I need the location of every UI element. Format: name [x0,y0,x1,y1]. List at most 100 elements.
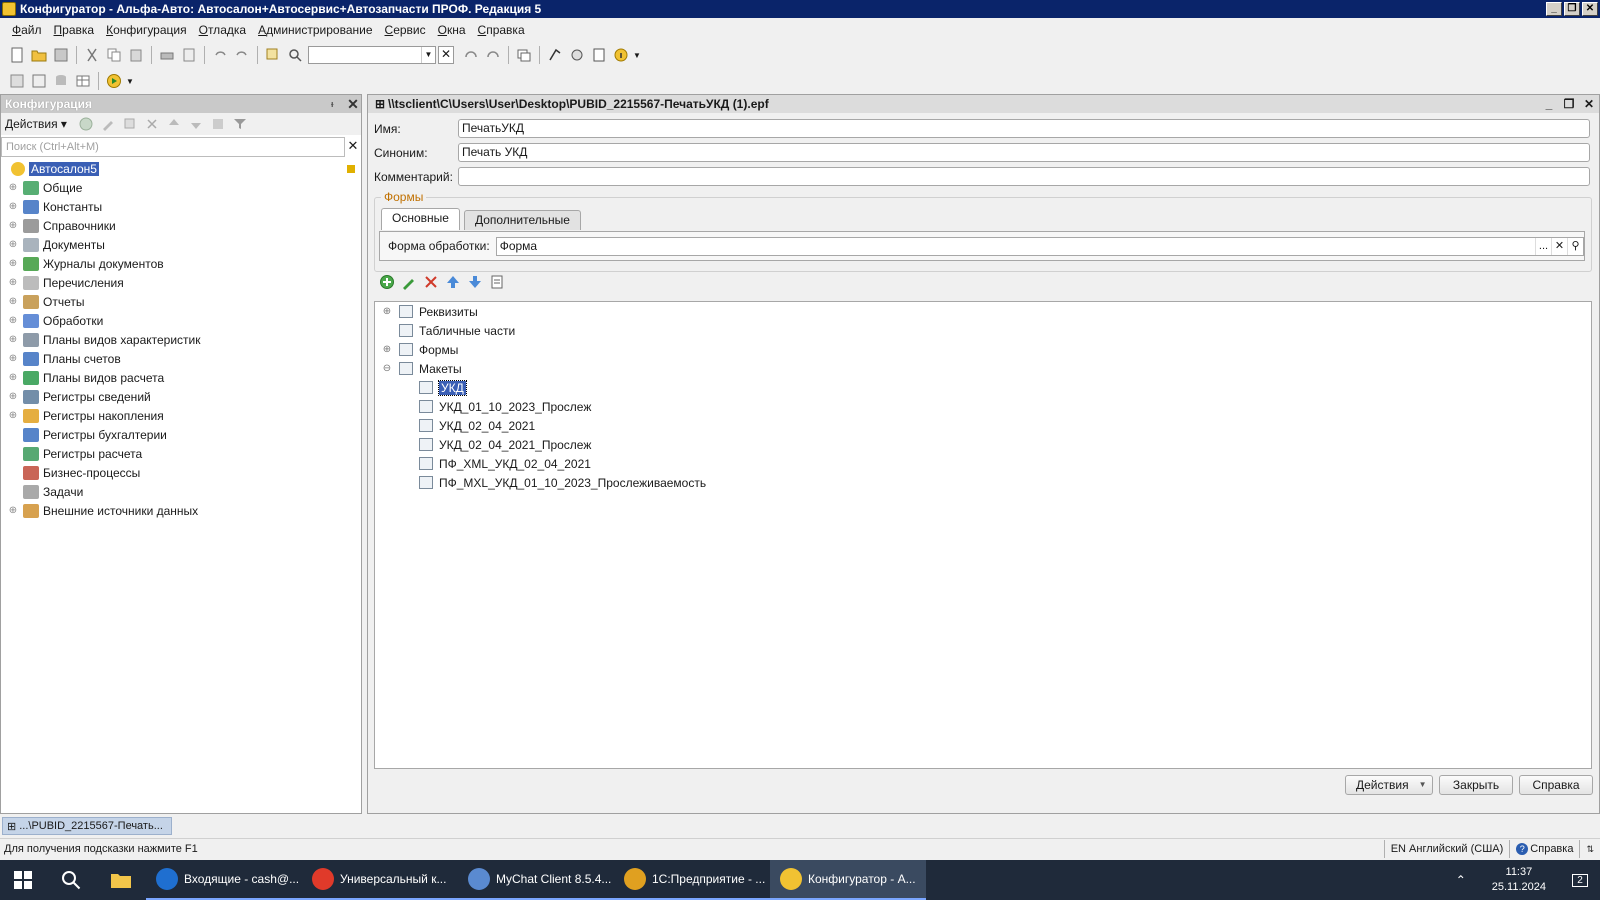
structure-item[interactable]: ⊕ Реквизиты [375,302,1591,321]
menu-configuration[interactable]: Конфигурация [100,23,193,37]
actions-menu-button[interactable]: Действия ▾ [5,117,67,131]
tree-item[interactable]: ⊕ Планы видов характеристик [1,330,361,349]
expand-icon[interactable]: ⊕ [7,505,19,516]
synonym-field[interactable]: Печать УКД [458,143,1590,162]
expand-icon[interactable]: ⊕ [7,334,19,345]
delete-icon[interactable] [141,114,163,134]
sort-icon[interactable] [207,114,229,134]
find-prev-icon[interactable] [482,44,504,66]
clear-search-icon[interactable]: ✕ [345,137,361,157]
expand-icon[interactable]: ⊖ [381,363,393,374]
expand-icon[interactable]: ⊕ [7,239,19,250]
find-in-tree-icon[interactable] [262,44,284,66]
status-more-icon[interactable]: ⇅ [1579,839,1600,858]
tree-item[interactable]: ⊕ Внешние источники данных [1,501,361,520]
find-next-icon[interactable] [460,44,482,66]
save-icon[interactable] [50,44,72,66]
open-folder-icon[interactable] [28,44,50,66]
tree-item[interactable]: ⊕ Перечисления [1,273,361,292]
file-explorer-icon[interactable] [96,860,146,900]
help-button[interactable]: Справка [1519,775,1593,795]
configuration-search-input[interactable]: Поиск (Ctrl+Alt+M) [1,137,345,157]
menu-edit[interactable]: Правка [48,23,101,37]
info-icon[interactable] [610,44,632,66]
close-icon[interactable]: ✕ [345,96,361,113]
edit-icon[interactable] [97,114,119,134]
tree-item[interactable]: ⊕ Документы [1,235,361,254]
move-up-icon[interactable] [442,271,464,293]
paste-icon[interactable] [125,44,147,66]
menu-windows[interactable]: Окна [432,23,472,37]
structure-item[interactable]: ⊕ Формы [375,340,1591,359]
copy-icon[interactable] [103,44,125,66]
expand-icon[interactable]: ⊕ [7,182,19,193]
template-item[interactable]: ПФ_XML_УКД_02_04_2021 [375,454,1591,473]
filter-icon[interactable] [229,114,251,134]
new-document-icon[interactable] [6,44,28,66]
tree-item[interactable]: Бизнес-процессы [1,463,361,482]
open-window-tab[interactable]: ⊞ ...\PUBID_2215567-Печать... [2,817,172,835]
tree-item[interactable]: ⊕ Справочники [1,216,361,235]
tree-item[interactable]: ⊕ Планы счетов [1,349,361,368]
expand-icon[interactable]: ⊕ [381,306,393,317]
menu-debug[interactable]: Отладка [193,23,252,37]
template-item[interactable]: УКД [375,378,1591,397]
expand-icon[interactable]: ⊕ [7,201,19,212]
expand-icon[interactable]: ⊕ [7,372,19,383]
tree-item[interactable]: ⊕ Журналы документов [1,254,361,273]
tree-item[interactable]: Задачи [1,482,361,501]
processing-form-field[interactable]: Форма ... ✕ ⚲ [495,236,1584,256]
clear-search-icon[interactable]: ✕ [438,46,454,64]
chevron-down-icon[interactable]: ▼ [632,44,642,66]
taskbar-app-button[interactable]: Конфигуратор - А... [770,860,926,900]
expand-icon[interactable]: ⊕ [7,277,19,288]
taskbar-app-button[interactable]: Универсальный к... [302,860,458,900]
redo-icon[interactable] [231,44,253,66]
print-icon[interactable] [156,44,178,66]
menu-service[interactable]: Сервис [379,23,432,37]
config-window-icon[interactable] [6,70,28,92]
expand-icon[interactable]: ⊕ [7,258,19,269]
add-icon[interactable] [376,271,398,293]
syntax-helper-icon[interactable] [566,44,588,66]
edit-icon[interactable] [398,271,420,293]
expand-icon[interactable]: ⊕ [7,315,19,326]
template-item[interactable]: УКД_02_04_2021 [375,416,1591,435]
menu-help[interactable]: Справка [472,23,531,37]
tab-main[interactable]: Основные [381,208,460,230]
template-item[interactable]: УКД_02_04_2021_Прослеж [375,435,1591,454]
comment-field[interactable] [458,167,1590,186]
minimize-button[interactable]: _ [1546,2,1562,16]
move-down-icon[interactable] [464,271,486,293]
menu-administration[interactable]: Администрирование [252,23,378,37]
expand-icon[interactable]: ⊕ [7,296,19,307]
tree-root[interactable]: Автосалон5 [1,159,361,178]
clock[interactable]: 11:37 25.11.2024 [1478,865,1560,895]
undo-icon[interactable] [209,44,231,66]
run-debug-icon[interactable] [103,70,125,92]
close-button[interactable]: ✕ [1579,97,1599,111]
close-button[interactable]: ✕ [1582,2,1598,16]
status-help[interactable]: ? Справка [1509,839,1579,858]
minimize-button[interactable]: _ [1539,97,1559,111]
structure-item[interactable]: Табличные части [375,321,1591,340]
clear-icon[interactable]: ✕ [1551,237,1567,255]
windows-icon[interactable] [513,44,535,66]
sort-icon[interactable] [486,271,508,293]
move-up-icon[interactable] [163,114,185,134]
structure-item[interactable]: ⊖ Макеты [375,359,1591,378]
cut-icon[interactable] [81,44,103,66]
tree-item[interactable]: ⊕ Регистры сведений [1,387,361,406]
search-icon[interactable] [284,44,306,66]
template-item[interactable]: ПФ_MXL_УКД_01_10_2023_Прослеживаемость [375,473,1591,492]
notifications-icon[interactable]: 2 [1560,873,1600,887]
chevron-up-icon[interactable]: ⌃ [1444,873,1478,887]
search-icon[interactable] [46,860,96,900]
input-language[interactable]: EN Английский (США) [1383,839,1510,858]
template-item[interactable]: УКД_01_10_2023_Прослеж [375,397,1591,416]
chevron-down-icon[interactable]: ▼ [125,70,135,92]
select-button[interactable]: ... [1535,237,1551,255]
chevron-down-icon[interactable]: ▼ [421,47,435,63]
expand-icon[interactable]: ⊕ [7,391,19,402]
tree-item[interactable]: Регистры расчета [1,444,361,463]
